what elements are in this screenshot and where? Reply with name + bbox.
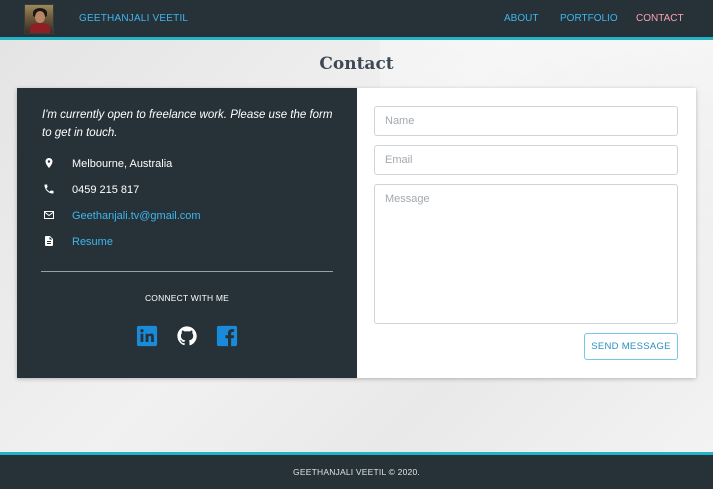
message-textarea[interactable] — [374, 184, 678, 324]
avatar[interactable] — [24, 4, 54, 34]
nav-contact[interactable]: CONTACT — [636, 13, 684, 24]
page-title: Contact — [319, 54, 394, 74]
footer-copyright: GEETHANJALI VEETIL © 2020. — [293, 467, 420, 477]
footer: GEETHANJALI VEETIL © 2020. — [0, 452, 713, 489]
contact-form: SEND MESSAGE — [357, 88, 696, 378]
phone-text: 0459 215 817 — [72, 184, 140, 196]
send-message-button[interactable]: SEND MESSAGE — [584, 333, 678, 360]
avatar-body — [30, 23, 50, 33]
document-icon — [45, 236, 53, 246]
contact-card: I'm currently open to freelance work. Pl… — [17, 88, 696, 378]
location-text: Melbourne, Australia — [72, 158, 173, 170]
mail-icon — [44, 211, 54, 219]
resume-link[interactable]: Resume — [72, 236, 113, 248]
connect-heading: CONNECT WITH ME — [144, 293, 230, 303]
nav-portfolio[interactable]: PORTFOLIO — [560, 13, 618, 24]
avatar-face — [35, 11, 45, 23]
contact-info-panel: I'm currently open to freelance work. Pl… — [17, 88, 357, 378]
name-input[interactable] — [374, 106, 678, 136]
divider — [41, 271, 333, 272]
intro-text: I'm currently open to freelance work. Pl… — [42, 109, 333, 139]
brand-link[interactable]: GEETHANJALI VEETIL — [79, 13, 188, 24]
linkedin-icon[interactable] — [136, 325, 158, 347]
github-icon[interactable] — [176, 325, 198, 347]
location-pin-icon — [45, 158, 53, 168]
email-link[interactable]: Geethanjali.tv@gmail.com — [72, 210, 201, 222]
facebook-icon[interactable] — [216, 325, 238, 347]
navbar: GEETHANJALI VEETIL ABOUT PORTFOLIO CONTA… — [0, 0, 713, 40]
email-input[interactable] — [374, 145, 678, 175]
phone-icon — [44, 184, 54, 194]
nav-about[interactable]: ABOUT — [504, 13, 538, 24]
